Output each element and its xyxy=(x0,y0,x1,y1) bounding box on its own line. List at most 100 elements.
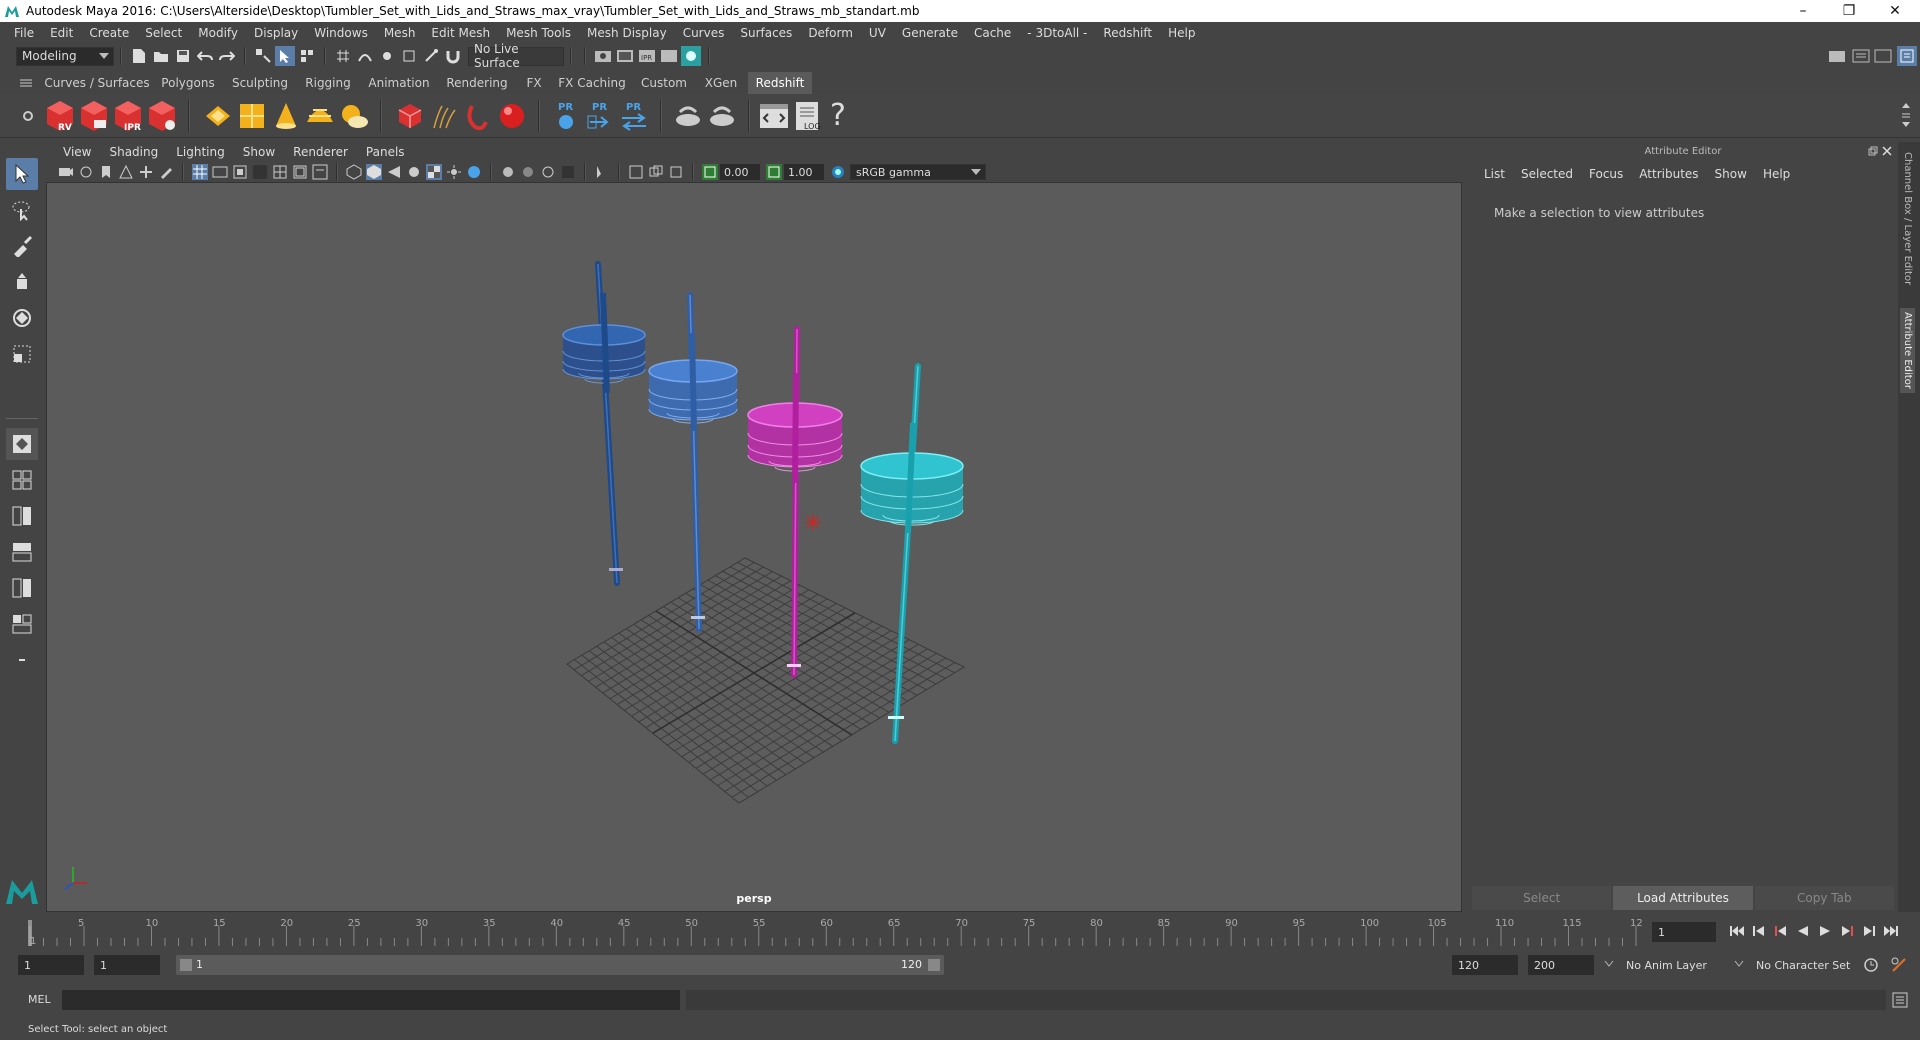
step-forward-key-icon[interactable] xyxy=(1838,922,1856,940)
animation-start-field[interactable]: 1 xyxy=(18,955,84,975)
hud-icon[interactable] xyxy=(628,164,644,180)
grid-toggle-icon[interactable] xyxy=(192,164,208,180)
command-language-label[interactable]: MEL xyxy=(28,993,51,1006)
new-scene-icon[interactable] xyxy=(129,46,149,66)
menu-select[interactable]: Select xyxy=(137,26,190,40)
tab-fx-caching[interactable]: FX Caching xyxy=(554,72,630,94)
redshift-pr-create-icon[interactable]: PR xyxy=(550,98,582,134)
redshift-pr-export-icon[interactable]: PR xyxy=(584,98,616,134)
tab-custom[interactable]: Custom xyxy=(634,72,694,94)
outliner-layout-icon[interactable] xyxy=(6,608,38,640)
exposure-field[interactable]: 0.00 xyxy=(720,164,760,180)
panel-menu-renderer[interactable]: Renderer xyxy=(284,145,357,159)
redshift-pr-swap-icon[interactable]: PR xyxy=(618,98,650,134)
frame-selection-icon[interactable] xyxy=(668,164,684,180)
select-button[interactable]: Select xyxy=(1472,886,1612,910)
ae-menu-help[interactable]: Help xyxy=(1755,167,1798,181)
redshift-script-editor-icon[interactable] xyxy=(758,98,790,134)
magnet-icon[interactable] xyxy=(443,46,463,66)
tab-curves-surfaces[interactable]: Curves / Surfaces xyxy=(44,72,150,94)
redshift-log-icon[interactable]: LOG xyxy=(792,98,824,134)
panel-menu-view[interactable]: View xyxy=(54,145,100,159)
redshift-volume-icon[interactable] xyxy=(462,98,494,134)
persp-graph-layout-icon[interactable] xyxy=(6,536,38,568)
tab-fx[interactable]: FX xyxy=(518,72,550,94)
render-settings-icon[interactable] xyxy=(593,46,613,66)
range-end-handle[interactable] xyxy=(928,959,940,971)
restore-button[interactable]: ❐ xyxy=(1826,0,1872,22)
channel-box-toggle-icon[interactable] xyxy=(1897,46,1917,66)
open-scene-icon[interactable] xyxy=(151,46,171,66)
animation-preferences-icon[interactable] xyxy=(1890,956,1908,974)
menu-surfaces[interactable]: Surfaces xyxy=(732,26,800,40)
menu-edit[interactable]: Edit xyxy=(42,26,81,40)
rotate-tool-icon[interactable] xyxy=(6,302,38,334)
tab-polygons[interactable]: Polygons xyxy=(154,72,222,94)
camera-attributes-icon[interactable] xyxy=(78,164,94,180)
menu-mesh-display[interactable]: Mesh Display xyxy=(579,26,675,40)
live-surface-field[interactable]: No Live Surface xyxy=(468,42,564,70)
snap-grid-icon[interactable] xyxy=(333,46,353,66)
menu-curves[interactable]: Curves xyxy=(675,26,733,40)
menu-generate[interactable]: Generate xyxy=(894,26,966,40)
ipr-render-icon[interactable]: IPR xyxy=(637,46,657,66)
perspective-viewport[interactable]: persp xyxy=(46,182,1462,912)
menu-file[interactable]: File xyxy=(6,26,42,40)
range-start-handle[interactable] xyxy=(180,959,192,971)
copy-tab-button[interactable]: Copy Tab xyxy=(1754,886,1894,910)
panel-menu-shading[interactable]: Shading xyxy=(100,145,167,159)
panel-menu-panels[interactable]: Panels xyxy=(357,145,414,159)
time-ruler[interactable]: 15 10 15 20 25 30 35 40 45 50 55 60 65 70 75 80 85 90 95 10… xyxy=(22,916,1649,948)
script-editor-icon[interactable] xyxy=(1892,992,1908,1008)
select-by-component-icon[interactable] xyxy=(297,46,317,66)
channel-box-side-tab[interactable]: Channel Box / Layer Editor xyxy=(1902,152,1913,285)
menu-edit-mesh[interactable]: Edit Mesh xyxy=(423,26,498,40)
redshift-ies-light-icon[interactable] xyxy=(270,98,302,134)
snap-view-plane-icon[interactable] xyxy=(399,46,419,66)
shelf-scroll-arrows-icon[interactable] xyxy=(1900,100,1912,130)
frame-all-icon[interactable] xyxy=(648,164,664,180)
tab-xgen[interactable]: XGen xyxy=(698,72,744,94)
command-input[interactable] xyxy=(62,990,680,1010)
hypershade-icon[interactable] xyxy=(681,46,701,66)
character-set-dropdown[interactable]: No Character Set xyxy=(1750,955,1874,975)
menu-display[interactable]: Display xyxy=(246,26,306,40)
save-scene-icon[interactable] xyxy=(173,46,193,66)
redshift-bake-set-icon[interactable] xyxy=(706,98,738,134)
redshift-render-view-icon[interactable]: RV xyxy=(44,98,76,134)
redshift-render-frame-icon[interactable] xyxy=(78,98,110,134)
shelf-menu-icon[interactable] xyxy=(20,78,32,88)
float-panel-icon[interactable] xyxy=(1868,146,1878,156)
film-gate-icon[interactable] xyxy=(212,164,228,180)
default-lighting-icon[interactable] xyxy=(386,164,402,180)
current-time-marker[interactable] xyxy=(28,920,32,946)
tab-rendering[interactable]: Rendering xyxy=(440,72,514,94)
redo-icon[interactable] xyxy=(217,46,237,66)
field-chart-icon[interactable] xyxy=(272,164,288,180)
exposure-toggle-icon[interactable] xyxy=(702,164,718,180)
menu-set-dropdown[interactable]: Modeling xyxy=(16,46,114,66)
ae-menu-focus[interactable]: Focus xyxy=(1581,167,1631,181)
redshift-bake-icon[interactable] xyxy=(672,98,704,134)
redshift-render-settings-icon[interactable] xyxy=(146,98,178,134)
bookmark-icon[interactable] xyxy=(98,164,114,180)
modeling-toolkit-icon[interactable] xyxy=(1827,46,1847,66)
camera-select-icon[interactable] xyxy=(58,164,74,180)
playback-start-field[interactable]: 1 xyxy=(94,955,160,975)
color-management-icon[interactable] xyxy=(830,164,846,180)
persp-outliner-layout-icon[interactable] xyxy=(6,500,38,532)
go-to-end-icon[interactable] xyxy=(1882,922,1900,940)
animation-end-field[interactable]: 200 xyxy=(1528,955,1594,975)
gate-mask-icon[interactable] xyxy=(252,164,268,180)
redshift-proxy-icon[interactable] xyxy=(394,98,426,134)
menu-mesh-tools[interactable]: Mesh Tools xyxy=(498,26,579,40)
snap-point-icon[interactable] xyxy=(377,46,397,66)
redshift-help-icon[interactable]: ? xyxy=(830,98,846,133)
gamma-toggle-icon[interactable] xyxy=(766,164,782,180)
four-view-layout-icon[interactable] xyxy=(6,464,38,496)
ae-menu-list[interactable]: List xyxy=(1476,167,1513,181)
menu-3dtoall[interactable]: - 3DtoAll - xyxy=(1019,26,1095,40)
playback-end-field[interactable]: 120 xyxy=(1452,955,1518,975)
safe-title-icon[interactable] xyxy=(312,164,328,180)
view-transform-dropdown[interactable]: sRGB gamma xyxy=(850,164,986,180)
